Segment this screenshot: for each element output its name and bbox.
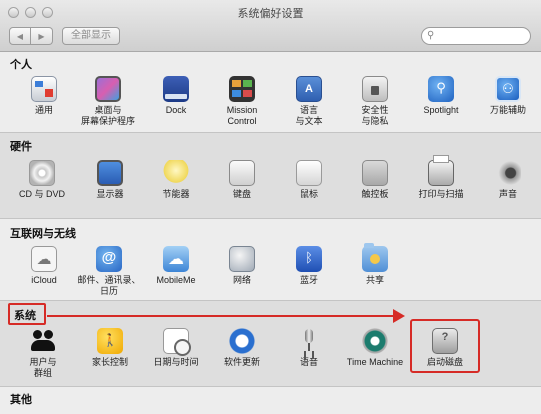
pane-trackpad[interactable]: 触控板 xyxy=(339,160,411,200)
display-icon xyxy=(97,160,123,186)
section-divider xyxy=(0,132,541,133)
cd-icon xyxy=(29,160,55,186)
pane-users-groups[interactable]: 用户与 群组 xyxy=(7,328,79,379)
annotation-arrow-line xyxy=(47,315,395,317)
section-internet-wireless: 互联网与无线 iCloud 邮件、通讯录、日历 MobileMe 网络 蓝牙 共… xyxy=(0,218,541,300)
pane-general[interactable]: 通用 xyxy=(8,76,80,116)
pane-keyboard[interactable]: 键盘 xyxy=(206,160,278,200)
pane-mouse[interactable]: 鼠标 xyxy=(273,160,345,200)
pane-network[interactable]: 网络 xyxy=(206,246,278,286)
section-hardware: 硬件 CD 与 DVD 显示器 节能器 键盘 鼠标 触控板 打印与扫描 声音 xyxy=(0,132,541,218)
pane-sharing[interactable]: 共享 xyxy=(339,243,411,286)
pane-accessibility[interactable]: 万能辅助 xyxy=(472,76,541,116)
icloud-icon xyxy=(31,246,57,272)
pane-mail-contacts-calendars[interactable]: 邮件、通讯录、日历 xyxy=(73,246,145,297)
bluetooth-icon xyxy=(296,246,322,272)
section-personal: 个人 通用 桌面与屏幕保护程序 Dock MissionControl 语言与文… xyxy=(0,52,541,132)
section-divider xyxy=(0,218,541,219)
pane-date-time[interactable]: 日期与时间 xyxy=(140,328,212,368)
pane-dock[interactable]: Dock xyxy=(140,76,212,116)
section-title: 硬件 xyxy=(10,141,32,153)
search-input[interactable] xyxy=(440,29,525,43)
startup-disk-highlight-box xyxy=(410,319,480,373)
system-preferences-window: 系统偏好设置 ◀ ▶ 全部显示 ⚲ 个人 通用 桌面与 屏幕保护程序 Dock M… xyxy=(0,0,541,414)
general-icon xyxy=(31,76,57,102)
accessibility-icon xyxy=(495,76,521,102)
annotation-arrow-icon xyxy=(393,309,405,323)
speech-icon xyxy=(296,328,322,354)
pane-bluetooth[interactable]: 蓝牙 xyxy=(273,246,345,286)
sharing-icon xyxy=(362,243,388,272)
mobileme-icon xyxy=(163,246,189,272)
software-update-icon xyxy=(229,328,255,354)
pane-label: 安全性 与隐私 xyxy=(361,105,389,126)
language-icon xyxy=(296,76,322,102)
search-icon: ⚲ xyxy=(427,30,435,41)
trackpad-icon xyxy=(362,160,388,186)
pane-label: Mission Control xyxy=(226,105,258,126)
dock-icon xyxy=(163,76,189,102)
section-divider xyxy=(0,300,541,301)
pane-sound[interactable]: 声音 xyxy=(472,160,541,200)
section-divider xyxy=(0,386,541,387)
section-title: 互联网与无线 xyxy=(10,228,76,240)
pane-software-update[interactable]: 软件更新 xyxy=(206,328,278,368)
mail-icon xyxy=(96,246,122,272)
section-title: 其他 xyxy=(10,394,32,406)
section-title: 个人 xyxy=(10,59,32,71)
pane-icloud[interactable]: iCloud xyxy=(8,246,80,286)
pane-print-scan[interactable]: 打印与扫描 xyxy=(405,155,477,200)
show-all-button[interactable]: 全部显示 xyxy=(62,27,120,45)
pane-label: 语言 与文本 xyxy=(295,105,323,126)
users-icon xyxy=(30,328,56,354)
back-button[interactable]: ◀ xyxy=(9,27,31,45)
pane-energy-saver[interactable]: 节能器 xyxy=(140,160,212,200)
back-icon: ◀ xyxy=(16,31,24,41)
title-bar: 系统偏好设置 ◀ ▶ 全部显示 ⚲ xyxy=(0,0,541,52)
system-highlight-box xyxy=(8,303,46,325)
pane-speech[interactable]: 语音 xyxy=(273,328,345,368)
desktop-icon xyxy=(95,76,121,102)
forward-button[interactable]: ▶ xyxy=(31,27,53,45)
printer-icon xyxy=(428,155,454,186)
pane-spotlight[interactable]: Spotlight xyxy=(405,76,477,116)
pane-parental-controls[interactable]: 家长控制 xyxy=(74,328,146,368)
back-forward-control: ◀ ▶ xyxy=(9,27,53,45)
search-field[interactable]: ⚲ xyxy=(421,27,531,45)
spotlight-icon xyxy=(428,76,454,102)
time-machine-icon xyxy=(362,328,388,354)
pane-mission-control[interactable]: Mission Control xyxy=(206,76,278,127)
pane-desktop-screensaver[interactable]: 桌面与 屏幕保护程序 xyxy=(72,76,144,127)
mission-control-icon xyxy=(229,76,255,102)
window-title: 系统偏好设置 xyxy=(237,8,304,20)
keyboard-icon xyxy=(229,160,255,186)
pane-label: 用户与 群组 xyxy=(29,357,57,378)
network-icon xyxy=(229,246,255,272)
pane-label: 桌面与 屏幕保护程序 xyxy=(80,105,135,126)
pane-cd-dvd[interactable]: CD 与 DVD xyxy=(6,160,78,200)
pane-mobileme[interactable]: MobileMe xyxy=(140,246,212,286)
energy-saver-icon xyxy=(163,160,189,186)
sound-icon xyxy=(495,160,521,186)
forward-icon: ▶ xyxy=(38,31,45,41)
date-time-icon xyxy=(163,328,191,356)
security-icon xyxy=(362,76,388,102)
parental-controls-icon xyxy=(97,328,123,354)
pane-time-machine[interactable]: Time Machine xyxy=(339,328,411,368)
mouse-icon xyxy=(296,160,322,186)
pane-displays[interactable]: 显示器 xyxy=(74,160,146,200)
pane-language-text[interactable]: 语言与文本 xyxy=(273,76,345,127)
pane-security-privacy[interactable]: 安全性 与隐私 xyxy=(339,76,411,127)
pane-label: 邮件、通讯录、 日历 xyxy=(77,275,141,296)
section-other: 其他 xyxy=(0,386,541,414)
